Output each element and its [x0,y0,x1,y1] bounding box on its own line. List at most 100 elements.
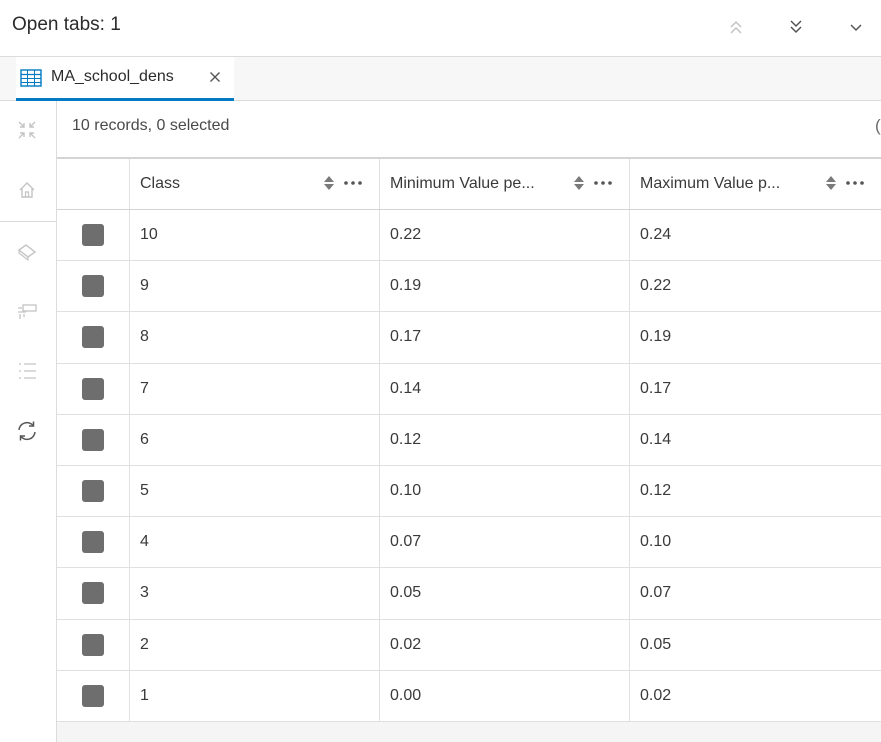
class-cell: 1 [130,670,380,721]
attribute-table: Class Minimum Value pe... Maximum Value … [57,157,881,742]
rail-divider [0,221,57,222]
cell-value: 3 [140,584,149,602]
min-value-cell: 0.02 [380,619,630,670]
color-swatch [82,428,104,451]
table-row[interactable]: 6 0.12 0.14 [57,414,881,466]
more-horizontal-icon [846,181,864,185]
cell-value: 2 [140,635,149,653]
cell-value: 0.14 [390,379,422,397]
cell-value: 0.19 [390,277,422,295]
table-row[interactable]: 3 0.05 0.07 [57,568,881,620]
table-row[interactable]: 2 0.02 0.05 [57,619,881,671]
color-swatch [82,377,104,400]
cell-value: 0.12 [640,482,672,500]
cell-value: 1 [140,686,149,704]
zoom-to-button[interactable] [10,113,44,147]
color-swatch [82,275,104,298]
symbol-cell [57,261,130,312]
table-row[interactable]: 9 0.19 0.22 [57,261,881,313]
cell-value: 7 [140,379,149,397]
eraser-icon [17,244,37,261]
symbol-cell [57,670,130,721]
sort-button[interactable] [825,175,837,191]
collapse-up-button[interactable] [721,12,751,42]
color-swatch [82,684,104,707]
cell-value: 0.14 [640,430,672,448]
expand-down-button[interactable] [781,12,811,42]
filter-button[interactable] [10,294,44,328]
max-value-cell: 0.24 [630,210,881,260]
header-select-cell [57,159,130,209]
max-value-cell: 0.12 [630,466,881,516]
sort-icon [826,176,836,190]
table-row[interactable]: 10 0.22 0.24 [57,210,881,262]
table-row[interactable]: 8 0.17 0.19 [57,312,881,364]
cell-value: 0.24 [640,226,672,244]
min-value-cell: 0.19 [380,261,630,312]
max-value-cell: 0.19 [630,312,881,362]
max-value-cell: 0.22 [630,261,881,311]
close-icon [210,72,220,82]
sort-icon [324,176,334,190]
column-options-button[interactable] [343,180,363,186]
close-tab-button[interactable] [206,67,224,87]
class-cell: 10 [130,210,380,261]
panel-header: Open tabs: 1 [0,0,881,57]
min-value-cell: 0.12 [380,414,630,465]
table-icon [20,68,42,93]
cell-value: 0.02 [640,686,672,704]
chevron-down-button[interactable] [841,12,871,42]
cell-value: 8 [140,328,149,346]
min-value-cell: 0.05 [380,568,630,619]
show-list-button[interactable] [10,354,44,388]
class-cell: 6 [130,414,380,465]
cell-value: 0.17 [640,379,672,397]
color-swatch [82,326,104,349]
max-value-cell: 0.07 [630,568,881,618]
symbol-cell [57,517,130,568]
sort-icon [574,176,584,190]
action-rail [0,101,57,742]
table-row[interactable]: 4 0.07 0.10 [57,517,881,569]
table-header-row: Class Minimum Value pe... Maximum Value … [57,159,881,210]
symbol-cell [57,363,130,414]
zoom-to-icon [18,121,36,139]
column-options-button[interactable] [593,180,613,186]
symbol-cell [57,568,130,619]
class-cell: 4 [130,517,380,568]
sort-button[interactable] [323,175,335,191]
table-row[interactable]: 1 0.00 0.02 [57,670,881,722]
double-chevron-down-icon [790,20,802,34]
column-header-minimum-value[interactable]: Minimum Value pe... [380,159,630,209]
table-row[interactable]: 7 0.14 0.17 [57,363,881,415]
cell-value: 4 [140,533,149,551]
cell-value: 0.22 [640,277,672,295]
tab-ma-school-dens[interactable]: MA_school_dens [16,57,234,101]
cell-value: 0.00 [390,686,422,704]
tab-bar: MA_school_dens [0,57,881,101]
class-cell: 9 [130,261,380,312]
max-value-cell: 0.17 [630,364,881,414]
column-header-class[interactable]: Class [130,159,380,209]
class-cell: 3 [130,568,380,619]
home-icon [19,182,35,198]
color-swatch [82,633,104,656]
column-header-maximum-value[interactable]: Maximum Value p... [630,159,881,209]
more-horizontal-icon [594,181,612,185]
open-tabs-title: Open tabs: 1 [12,14,121,35]
sort-button[interactable] [573,175,585,191]
table-row[interactable]: 5 0.10 0.12 [57,466,881,518]
double-chevron-up-icon [730,20,742,34]
max-value-cell: 0.14 [630,415,881,465]
column-label: Maximum Value p... [640,175,781,192]
cell-value: 0.17 [390,328,422,346]
refresh-button[interactable] [10,414,44,448]
column-options-button[interactable] [845,180,865,186]
home-button[interactable] [10,173,44,207]
list-icon [19,363,36,379]
options-button-cut[interactable]: ( [875,116,881,136]
symbol-cell [57,619,130,670]
class-cell: 5 [130,466,380,517]
filter-list-icon [18,304,37,319]
clear-selection-button[interactable] [10,234,44,268]
